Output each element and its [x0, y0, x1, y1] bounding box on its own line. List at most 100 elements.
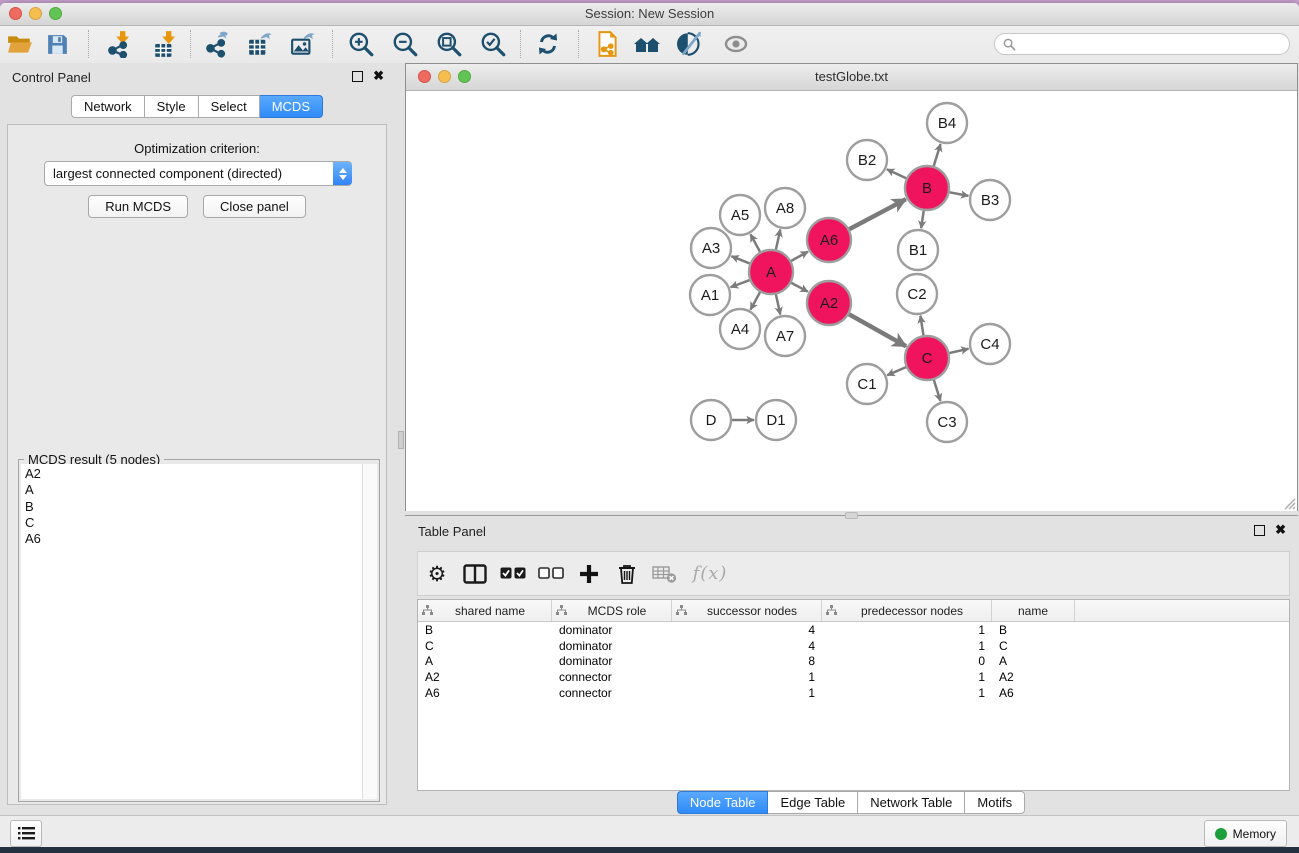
graph-node-D1[interactable]: D1: [756, 400, 796, 440]
network-window-titlebar[interactable]: testGlobe.txt: [406, 64, 1297, 91]
graph-node-C2[interactable]: C2: [897, 274, 937, 314]
graph-edge-B-B4[interactable]: [933, 144, 940, 168]
minimize-window-icon[interactable]: [29, 7, 42, 20]
float-panel-icon[interactable]: [352, 71, 363, 82]
graph-edge-A-A2[interactable]: [790, 282, 808, 292]
column-header[interactable]: predecessor nodes: [822, 600, 992, 621]
table-cell[interactable]: 1: [822, 623, 992, 637]
tab-network[interactable]: Network: [71, 95, 145, 118]
graph-node-B[interactable]: B: [905, 166, 949, 210]
table-cell[interactable]: A: [418, 654, 552, 668]
tab-style[interactable]: Style: [145, 95, 199, 118]
zoom-in-icon[interactable]: [345, 28, 377, 60]
export-image-icon[interactable]: [288, 28, 320, 60]
zoom-fit-icon[interactable]: [433, 28, 465, 60]
graph-edge-A-A7[interactable]: [775, 293, 780, 315]
table-cell[interactable]: B: [418, 623, 552, 637]
graph-node-A8[interactable]: A8: [765, 188, 805, 228]
tab-select[interactable]: Select: [199, 95, 260, 118]
graph-node-C[interactable]: C: [905, 336, 949, 380]
close-window-icon[interactable]: [9, 7, 22, 20]
graph-node-A1[interactable]: A1: [690, 275, 730, 315]
refresh-icon[interactable]: [532, 28, 564, 60]
graph-node-C4[interactable]: C4: [970, 324, 1010, 364]
import-table-icon[interactable]: [150, 28, 182, 60]
result-list-item[interactable]: C: [25, 515, 363, 531]
table-cell[interactable]: A6: [992, 686, 1075, 700]
network-zoom-icon[interactable]: [458, 70, 471, 83]
add-column-icon[interactable]: [570, 558, 608, 590]
graph-edge-C-C2[interactable]: [920, 316, 923, 338]
table-row[interactable]: A6connector11A6: [418, 685, 1289, 701]
graph-edge-A-A4[interactable]: [751, 290, 761, 309]
run-mcds-button[interactable]: Run MCDS: [88, 195, 188, 218]
result-list-item[interactable]: A: [25, 482, 363, 498]
graph-node-B1[interactable]: B1: [898, 230, 938, 270]
result-list-item[interactable]: B: [25, 499, 363, 515]
graph-edge-A6-B[interactable]: [848, 199, 906, 230]
graph-edge-C-C1[interactable]: [887, 366, 908, 375]
eye-icon[interactable]: [720, 28, 752, 60]
delete-column-icon[interactable]: [608, 558, 646, 590]
table-float-panel-icon[interactable]: [1254, 525, 1265, 536]
export-table-icon[interactable]: [245, 28, 277, 60]
table-cell[interactable]: C: [992, 639, 1075, 653]
graph-edge-A-A1[interactable]: [731, 279, 752, 287]
graph-edge-A-A8[interactable]: [775, 229, 780, 251]
table-cell[interactable]: A6: [418, 686, 552, 700]
save-icon[interactable]: [41, 28, 73, 60]
graph-node-A3[interactable]: A3: [691, 228, 731, 268]
network-minimize-icon[interactable]: [438, 70, 451, 83]
result-list-item[interactable]: A6: [25, 531, 363, 547]
criterion-dropdown[interactable]: largest connected component (directed): [44, 161, 352, 186]
graph-edge-A2-C[interactable]: [847, 313, 906, 346]
tab-mcds[interactable]: MCDS: [260, 95, 323, 118]
network-canvas[interactable]: B4B2BB3A8A5A6A3B1AC2A1A2A4A7C4CC1C3DD1: [406, 91, 1297, 511]
home-icon[interactable]: [631, 28, 663, 60]
search-input[interactable]: [1021, 36, 1281, 52]
table-row[interactable]: Bdominator41B: [418, 622, 1289, 638]
open-folder-icon[interactable]: [4, 28, 36, 60]
graph-node-A[interactable]: A: [749, 250, 793, 294]
delete-table-icon[interactable]: [646, 558, 684, 590]
table-cell[interactable]: connector: [552, 670, 672, 684]
graph-node-B3[interactable]: B3: [970, 180, 1010, 220]
result-scrollbar[interactable]: [362, 464, 377, 799]
table-row[interactable]: A2connector11A2: [418, 669, 1289, 685]
table-cell[interactable]: dominator: [552, 623, 672, 637]
memory-button[interactable]: Memory: [1204, 820, 1287, 847]
new-network-from-file-icon[interactable]: [591, 28, 623, 60]
network-close-icon[interactable]: [418, 70, 431, 83]
graph-node-C3[interactable]: C3: [927, 402, 967, 442]
graph-edge-C-C3[interactable]: [933, 378, 940, 401]
mcds-result-listbox[interactable]: A2ABCA6: [21, 464, 363, 799]
close-panel-icon[interactable]: ✖: [373, 70, 384, 82]
table-cell[interactable]: B: [992, 623, 1075, 637]
settings-gear-icon[interactable]: ⚙: [418, 558, 456, 590]
graph-node-D[interactable]: D: [691, 400, 731, 440]
vertical-split-handle[interactable]: [398, 431, 404, 449]
import-network-icon[interactable]: [104, 28, 136, 60]
graph-edge-B-B2[interactable]: [887, 169, 908, 179]
zoom-selected-icon[interactable]: [477, 28, 509, 60]
tab-edge-table[interactable]: Edge Table: [768, 791, 858, 814]
graphics-details-icon[interactable]: [675, 28, 707, 60]
table-cell[interactable]: dominator: [552, 654, 672, 668]
result-list-item[interactable]: A2: [25, 466, 363, 482]
tab-node-table[interactable]: Node Table: [677, 791, 769, 814]
select-all-columns-icon[interactable]: [494, 558, 532, 590]
search-box[interactable]: [994, 33, 1290, 55]
graph-node-A6[interactable]: A6: [807, 218, 851, 262]
table-cell[interactable]: 1: [672, 686, 822, 700]
graph-node-A7[interactable]: A7: [765, 316, 805, 356]
graph-edge-B-B1[interactable]: [921, 209, 924, 228]
table-cell[interactable]: 1: [672, 670, 822, 684]
horizontal-split-handle[interactable]: [845, 512, 858, 519]
table-cell[interactable]: 1: [822, 670, 992, 684]
graph-node-A5[interactable]: A5: [720, 195, 760, 235]
zoom-out-icon[interactable]: [389, 28, 421, 60]
table-cell[interactable]: A2: [992, 670, 1075, 684]
unselect-all-columns-icon[interactable]: [532, 558, 570, 590]
table-cell[interactable]: 0: [822, 654, 992, 668]
column-header[interactable]: MCDS role: [552, 600, 672, 621]
